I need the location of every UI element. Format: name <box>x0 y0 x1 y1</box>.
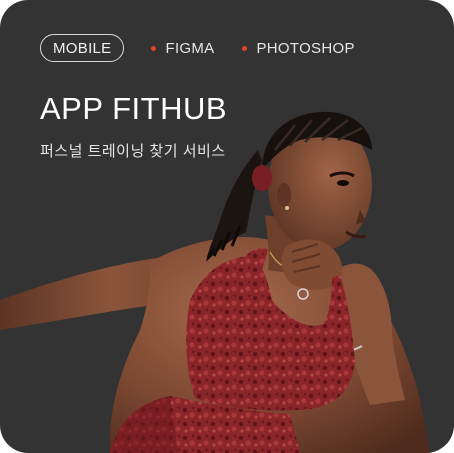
project-card[interactable]: MOBILE FIGMA PHOTOSHOP APP FITHUB 퍼스널 트레… <box>0 0 454 453</box>
athlete-photo <box>0 111 430 453</box>
